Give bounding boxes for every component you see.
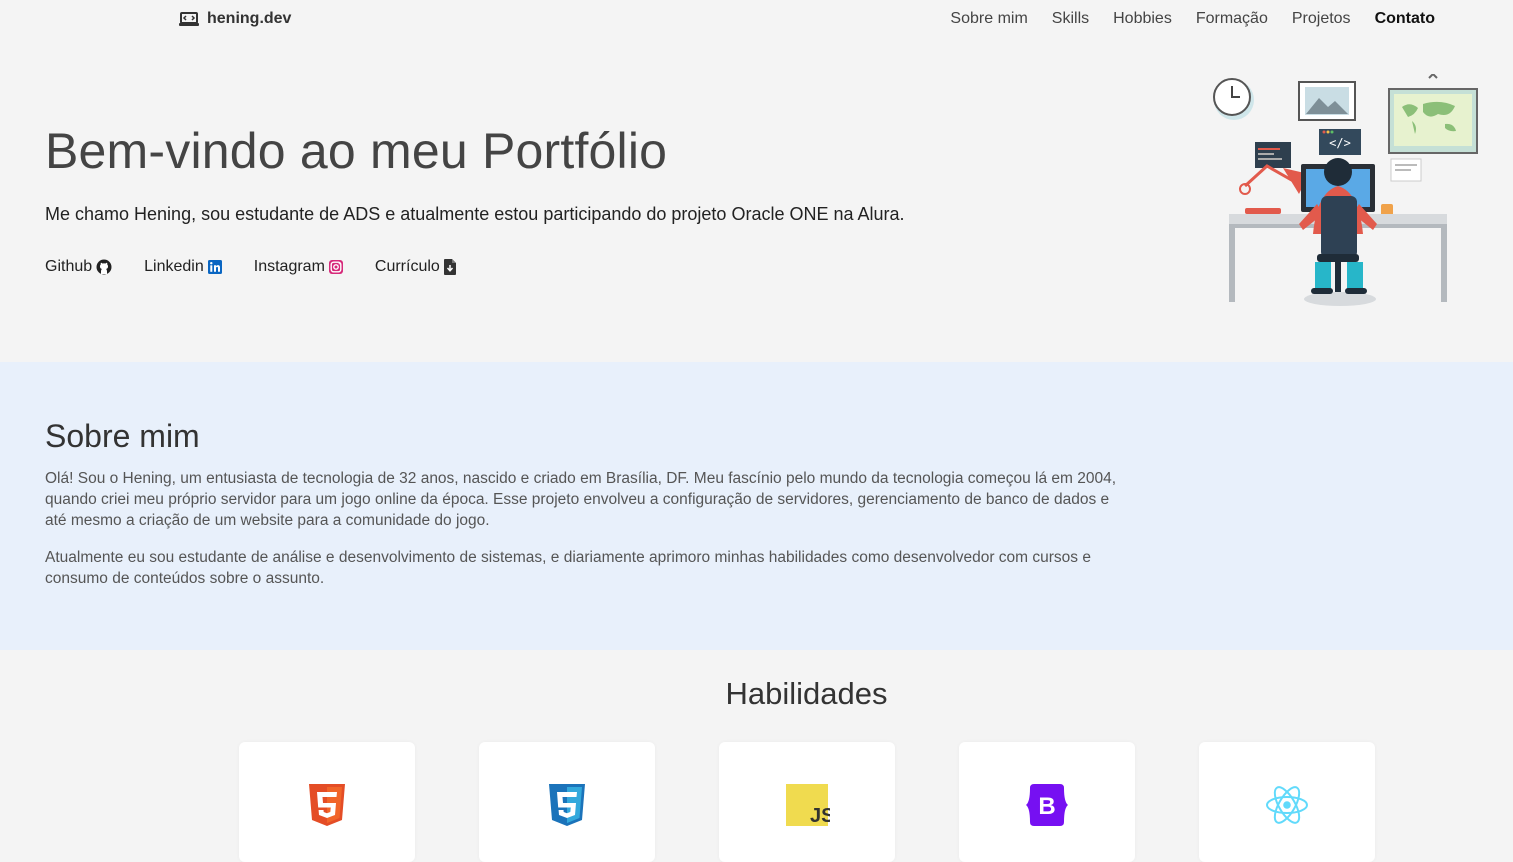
developer-at-desk-illustration: </>	[1213, 74, 1478, 306]
instagram-label: Instagram	[253, 258, 325, 275]
linkedin-link[interactable]: Linkedin	[144, 258, 222, 276]
nav-link-hobbies[interactable]: Hobbies	[1113, 10, 1172, 28]
react-icon	[1266, 786, 1308, 824]
linkedin-label: Linkedin	[144, 258, 204, 275]
skill-card-javascript: JS	[719, 742, 895, 862]
github-icon	[96, 259, 112, 275]
skill-card-css3	[479, 742, 655, 862]
linkedin-icon	[207, 260, 222, 274]
nav-link-contato[interactable]: Contato	[1375, 10, 1435, 28]
svg-text:B: B	[1038, 793, 1055, 820]
about-paragraph-1: Olá! Sou o Hening, um entusiasta de tecn…	[45, 470, 1116, 529]
curriculo-label: Currículo	[374, 258, 440, 275]
nav-link-sobre-mim[interactable]: Sobre mim	[950, 10, 1027, 28]
about-section: Sobre mim Olá! Sou o Hening, um entusias…	[0, 362, 1513, 650]
nav-link-formacao[interactable]: Formação	[1196, 10, 1268, 28]
css3-icon	[549, 784, 585, 826]
about-paragraph-2: Atualmente eu sou estudante de análise e…	[45, 549, 1091, 587]
bootstrap-icon: B	[1026, 784, 1068, 826]
github-link[interactable]: Github	[45, 258, 112, 276]
brand-name: hening.dev	[207, 10, 292, 27]
instagram-icon	[328, 260, 343, 274]
about-title: Sobre mim	[45, 418, 200, 454]
social-links: Github Linkedin Instagram Currículo	[45, 258, 456, 276]
nav-link-skills[interactable]: Skills	[1052, 10, 1089, 28]
brand-link[interactable]: hening.dev	[179, 10, 291, 28]
file-download-icon	[443, 259, 456, 275]
hero-subtitle: Me chamo Hening, sou estudante de ADS e …	[45, 204, 905, 224]
nav-menu: Sobre mim Skills Hobbies Formação Projet…	[950, 10, 1435, 28]
github-label: Github	[45, 258, 93, 275]
skill-card-html5	[239, 742, 415, 862]
javascript-icon: JS	[786, 784, 830, 827]
skill-card-bootstrap: B	[959, 742, 1135, 862]
svg-text:JS: JS	[810, 805, 830, 827]
laptop-code-icon	[179, 12, 199, 26]
top-navbar: hening.dev Sobre mim Skills Hobbies Form…	[0, 0, 1513, 42]
curriculo-link[interactable]: Currículo	[375, 258, 456, 276]
svg-text:</>: </>	[1329, 136, 1351, 150]
instagram-link[interactable]: Instagram	[254, 258, 343, 276]
html5-icon	[309, 784, 345, 826]
hero-title: Bem-vindo ao meu Portfólio	[45, 123, 668, 179]
skills-title: Habilidades	[725, 676, 888, 711]
skill-card-react	[1199, 742, 1375, 862]
nav-link-projetos[interactable]: Projetos	[1292, 10, 1351, 28]
